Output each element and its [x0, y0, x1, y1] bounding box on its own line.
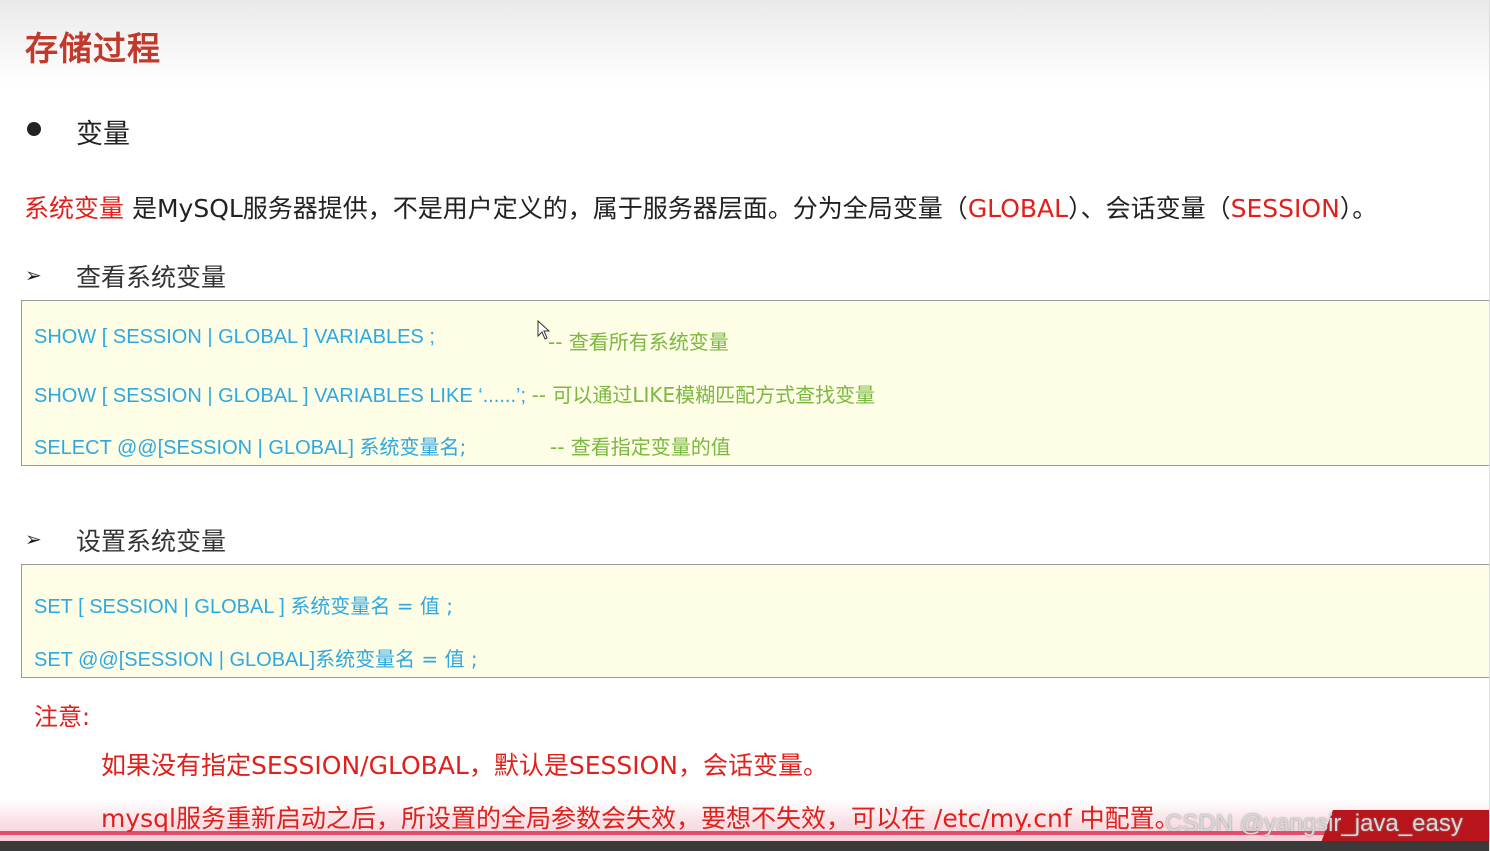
comment-text: -- 可以通过LIKE模糊匹配方式查找变量	[531, 383, 876, 407]
code-text: SET [ SESSION | GLOBAL ]	[34, 596, 291, 618]
set-heading: 设置系统变量	[76, 527, 227, 556]
code-line: SET [ SESSION | GLOBAL ] 系统变量名 = 值 ;	[34, 590, 453, 619]
slide-header	[0, 0, 1490, 86]
intro-paragraph: 系统变量 是MySQL服务器提供，不是用户定义的，属于服务器层面。分为全局变量（…	[24, 189, 1377, 225]
section-heading: 变量	[76, 119, 130, 150]
set-code-block: SET [ SESSION | GLOBAL ] 系统变量名 = 值 ; SET…	[21, 564, 1490, 678]
code-text-cn: 系统变量名;	[359, 435, 467, 459]
intro-text-3: ）。	[1339, 194, 1378, 223]
code-line: SELECT @@[SESSION | GLOBAL] 系统变量名;	[34, 431, 466, 460]
arrow-icon: ➢	[25, 527, 42, 551]
player-bar	[0, 841, 1490, 851]
view-heading: 查看系统变量	[76, 263, 227, 292]
note-item: mysql服务重新启动之后，所设置的全局参数会失效，要想不失效，可以在 /etc…	[101, 804, 1180, 833]
code-comment: -- 查看所有系统变量	[548, 326, 729, 355]
code-text: SELECT @@[SESSION | GLOBAL]	[34, 437, 360, 459]
intro-global: GLOBAL	[967, 194, 1069, 223]
code-line: SHOW [ SESSION | GLOBAL ] VARIABLES ;	[34, 326, 435, 349]
code-text: SET @@[SESSION | GLOBAL]	[34, 649, 316, 671]
comment-text: -- 查看指定变量的值	[550, 435, 731, 459]
intro-text-2: ）、会话变量（	[1068, 194, 1231, 223]
code-text-cn: 系统变量名 = 值 ;	[290, 594, 453, 618]
code-comment: -- 查看指定变量的值	[550, 431, 731, 460]
bullet-icon	[27, 122, 41, 136]
intro-session: SESSION	[1230, 194, 1340, 223]
mouse-cursor-icon	[537, 320, 551, 340]
note-heading: 注意:	[34, 703, 91, 731]
code-text: SHOW [ SESSION | GLOBAL ] VARIABLES ;	[34, 326, 435, 348]
comment-text: -- 查看所有系统变量	[548, 330, 729, 354]
note-item: 如果没有指定SESSION/GLOBAL，默认是SESSION，会话变量。	[101, 751, 829, 780]
arrow-icon: ➢	[25, 263, 42, 287]
code-text: SHOW [ SESSION | GLOBAL ] VARIABLES LIKE…	[34, 385, 527, 407]
intro-text-1: 是MySQL服务器提供，不是用户定义的，属于服务器层面。分为全局变量（	[124, 194, 968, 223]
watermark: CSDN @yangsir_java_easy	[1165, 810, 1463, 837]
code-text-cn: 系统变量名 = 值 ;	[315, 647, 478, 671]
code-line: SET @@[SESSION | GLOBAL]系统变量名 = 值 ;	[34, 643, 478, 672]
code-line: SHOW [ SESSION | GLOBAL ] VARIABLES LIKE…	[34, 379, 875, 408]
intro-term: 系统变量	[24, 194, 125, 223]
slide-title: 存储过程	[25, 29, 161, 68]
view-code-block: SHOW [ SESSION | GLOBAL ] VARIABLES ; --…	[21, 300, 1490, 466]
